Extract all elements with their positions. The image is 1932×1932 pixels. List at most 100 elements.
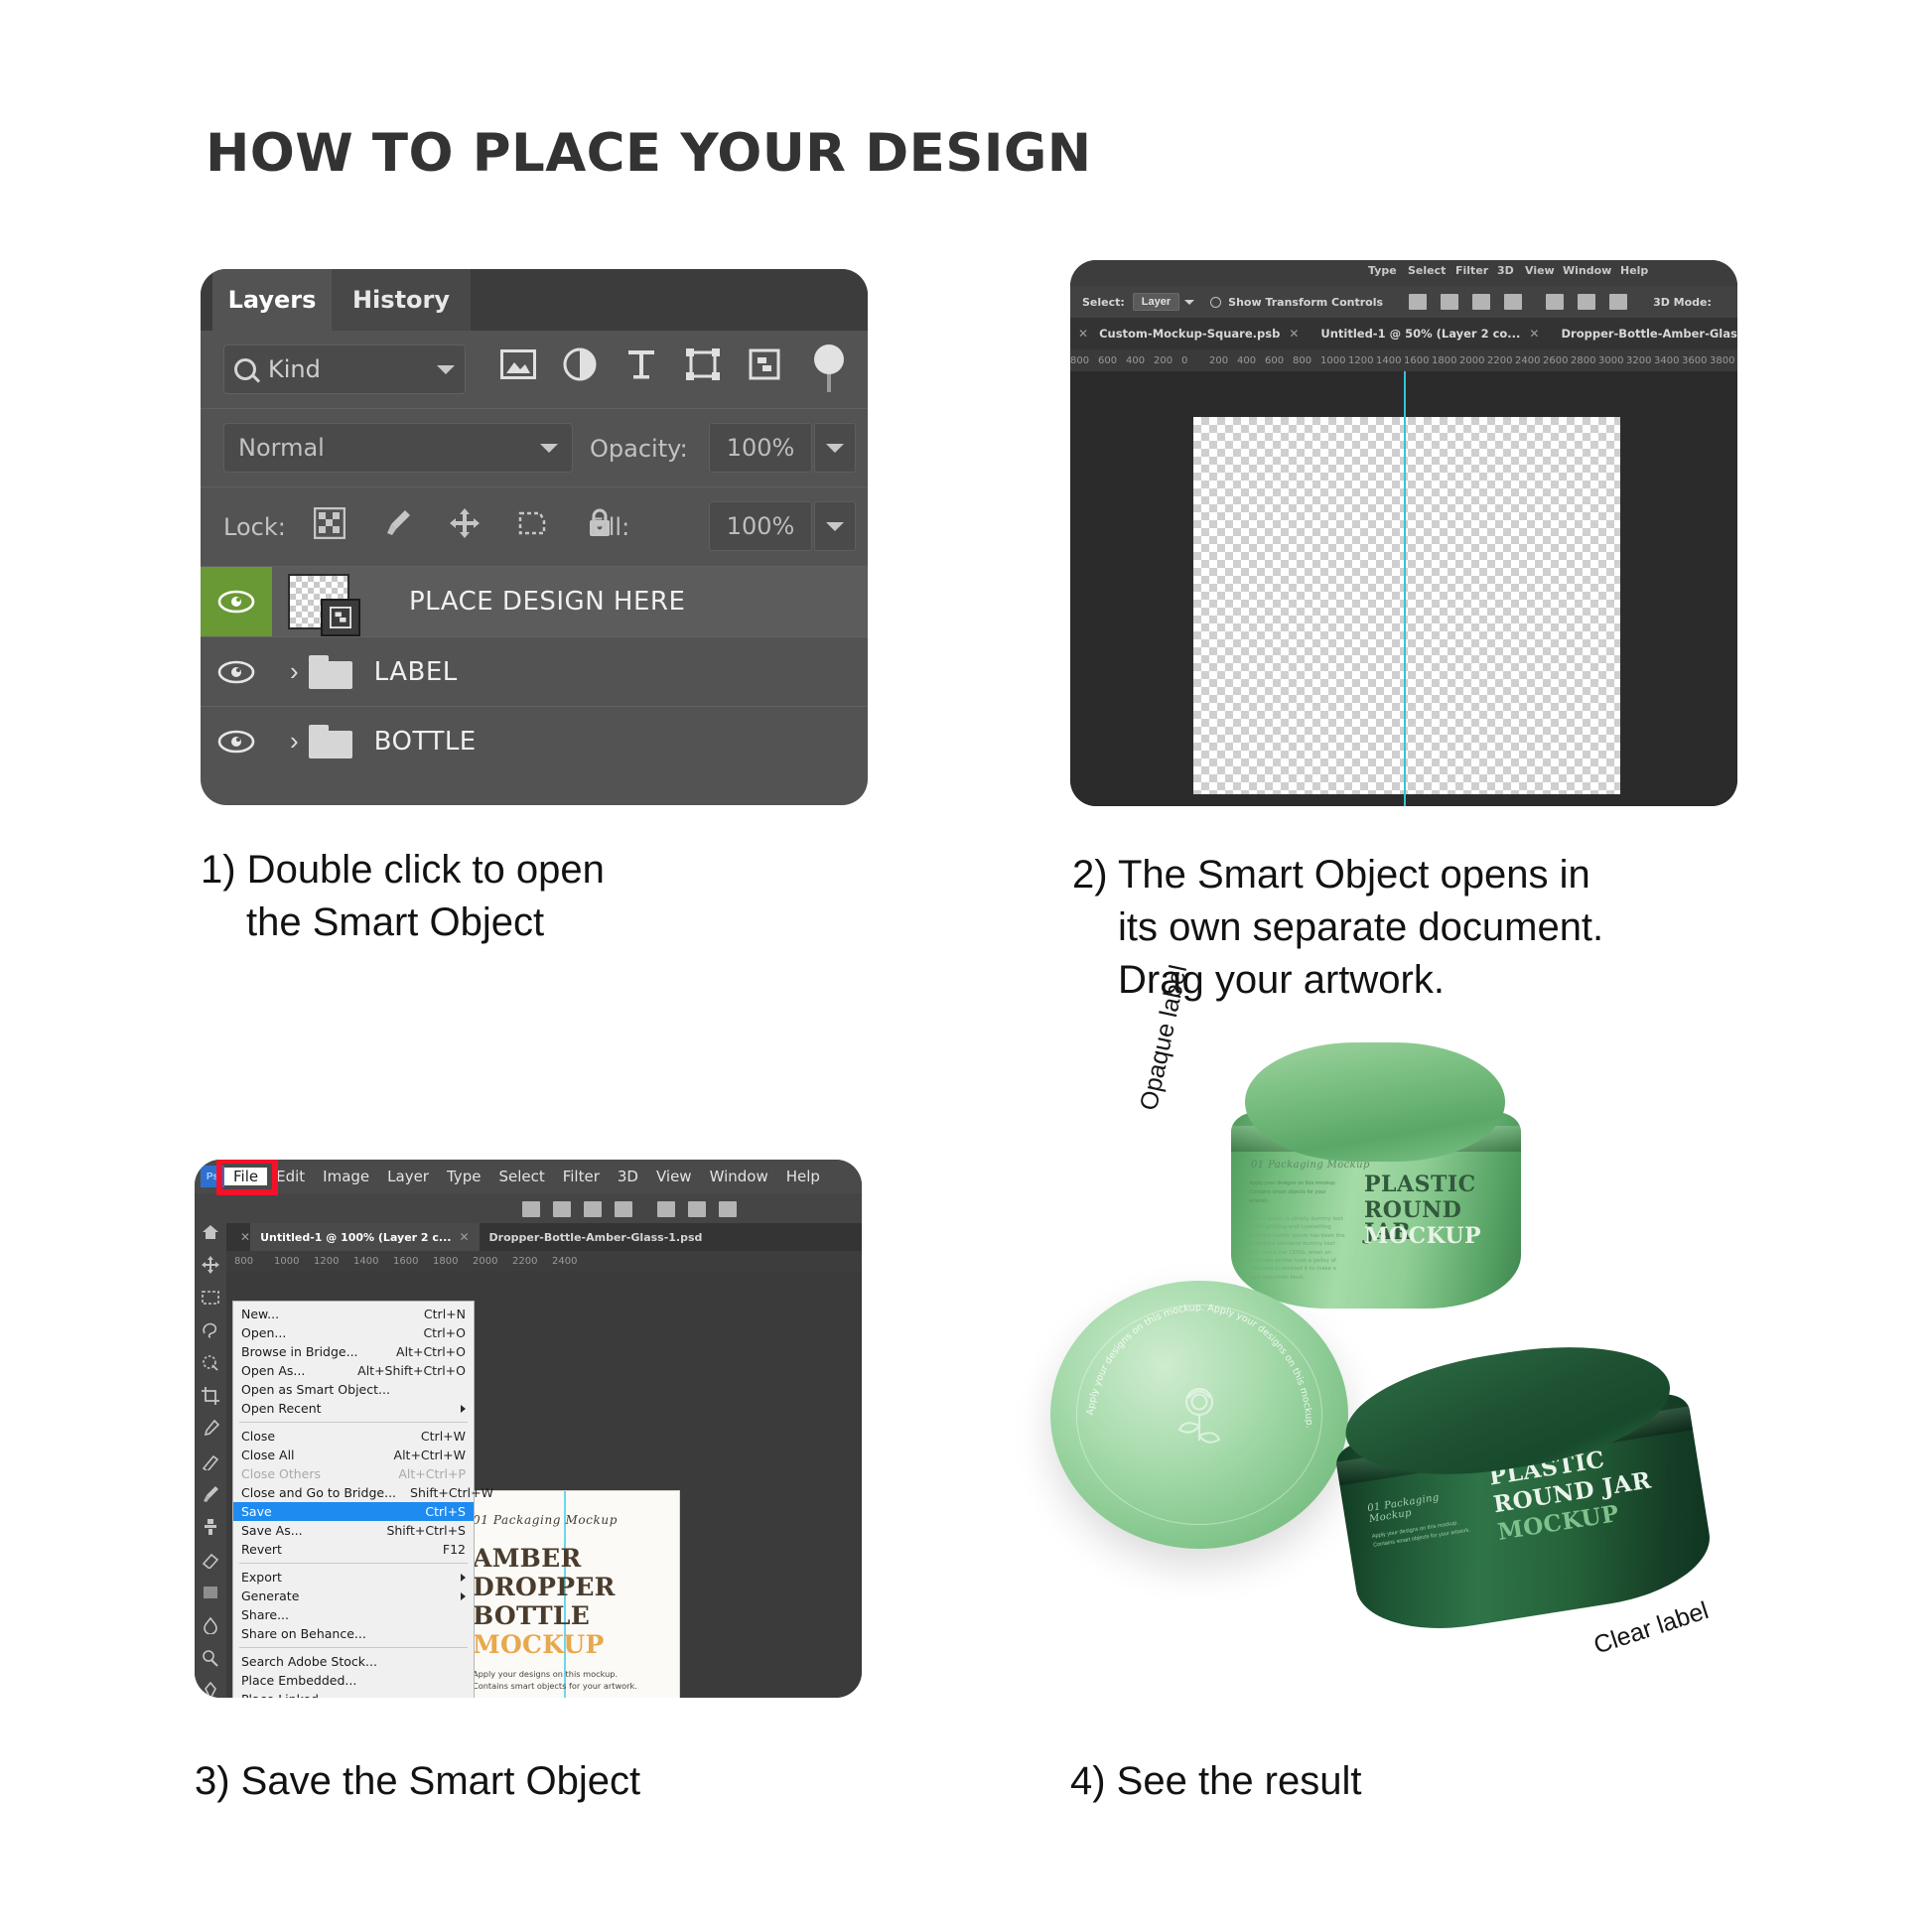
distribute-center-icon[interactable] [688,1201,706,1217]
menu-window[interactable]: Window [701,1168,777,1185]
align-right-icon[interactable] [1472,294,1491,310]
table-row[interactable]: › LABEL [201,636,868,706]
document-tab[interactable]: Dropper-Bottle-Amber-Glass-Plastic-Lid-1… [1550,318,1737,349]
lock-position-icon[interactable] [445,503,484,543]
document-canvas[interactable] [1070,371,1737,806]
distribute-center-icon[interactable] [1578,294,1596,310]
menu-type[interactable]: Type [1368,264,1397,277]
layer-filter-kind-select[interactable]: Kind [223,345,466,394]
document-tab-active[interactable]: Untitled-1 @ 100% (Layer 2 c... ✕ [250,1223,480,1251]
opacity-dropdown[interactable] [814,423,856,473]
brush-tool-icon[interactable] [202,1485,219,1503]
menu-item-close[interactable]: Close Ctrl+W [233,1427,474,1446]
lock-transparency-icon[interactable] [310,503,349,543]
image-filter-icon[interactable] [498,345,538,384]
show-transform-checkbox[interactable] [1210,296,1222,308]
align-left-icon[interactable] [522,1201,540,1217]
menu-view[interactable]: View [647,1168,701,1185]
menu-item-close-and-go-to-bridge[interactable]: Close and Go to Bridge... Shift+Ctrl+W [233,1483,493,1502]
menu-help[interactable]: Help [1620,264,1648,277]
menu-filter[interactable]: Filter [554,1168,609,1185]
file-dropdown-menu[interactable]: New... Ctrl+N Open... Ctrl+O Browse in Bridg… [232,1301,493,1698]
align-right-icon[interactable] [584,1201,602,1217]
filter-toggle-switch[interactable] [814,345,844,396]
menu-item-save-as[interactable]: Save As... Shift+Ctrl+S [233,1521,474,1540]
menu-item-share-on-behance[interactable]: Share on Behance... [233,1624,474,1643]
blur-tool-icon[interactable] [202,1616,219,1635]
layer-thumbnail[interactable] [288,574,360,636]
crop-tool-icon[interactable] [202,1387,219,1405]
auto-select-value[interactable]: Layer [1132,293,1180,311]
fill-dropdown[interactable] [814,501,856,551]
layer-visibility-toggle[interactable] [201,567,272,636]
menu-item-open[interactable]: Open... Ctrl+O [233,1323,474,1342]
align-top-icon[interactable] [615,1201,632,1217]
menu-3d[interactable]: 3D [1497,264,1514,277]
close-icon[interactable]: ✕ [1078,327,1088,341]
menu-3d[interactable]: 3D [609,1168,647,1185]
document-tab[interactable]: Custom-Mockup-Square.psb ✕ [1088,318,1310,349]
align-top-icon[interactable] [1504,294,1523,310]
align-left-icon[interactable] [1409,294,1428,310]
align-center-h-icon[interactable] [1441,294,1459,310]
menu-type[interactable]: Type [438,1168,489,1185]
table-row[interactable]: › BOTTLE [201,706,868,775]
menu-item-open-recent[interactable]: Open Recent [233,1399,474,1418]
gradient-tool-icon[interactable] [202,1584,219,1601]
document-canvas[interactable]: 01 Packaging Mockup AMBER DROPPER BOTTLE… [195,1271,862,1698]
menu-item-export[interactable]: Export [233,1568,474,1587]
chevron-right-icon[interactable]: › [290,656,299,687]
align-center-h-icon[interactable] [553,1201,571,1217]
close-icon[interactable]: ✕ [1289,327,1299,341]
marquee-tool-icon[interactable] [202,1289,219,1307]
menu-select[interactable]: Select [1408,264,1446,277]
shape-filter-icon[interactable] [683,345,723,384]
healing-brush-tool-icon[interactable] [202,1452,219,1473]
fill-input[interactable]: 100% [709,501,812,551]
distribute-left-icon[interactable] [657,1201,675,1217]
menu-image[interactable]: Image [314,1168,378,1185]
tab-layers[interactable]: Layers [212,269,332,331]
menu-item-open-as-smart-object[interactable]: Open as Smart Object... [233,1380,474,1399]
distribute-right-icon[interactable] [719,1201,737,1217]
lock-image-icon[interactable] [377,503,417,543]
clone-stamp-tool-icon[interactable] [202,1518,219,1536]
opacity-input[interactable]: 100% [709,423,812,473]
table-row[interactable]: PLACE DESIGN HERE [201,567,868,636]
lasso-tool-icon[interactable] [202,1321,219,1339]
menu-filter[interactable]: Filter [1455,264,1488,277]
menu-item-generate[interactable]: Generate [233,1587,474,1605]
menu-window[interactable]: Window [1563,264,1611,277]
chevron-right-icon[interactable]: › [290,726,299,757]
menu-item-save[interactable]: Save Ctrl+S [233,1502,474,1521]
menu-item-new[interactable]: New... Ctrl+N [233,1305,474,1323]
menu-item-search-adobe-stock[interactable]: Search Adobe Stock... [233,1652,474,1671]
menu-item-place-linked[interactable]: Place Linked... [233,1690,474,1698]
home-icon[interactable] [202,1223,219,1241]
document-tab[interactable]: Dropper-Bottle-Amber-Glass-1.psd [480,1223,713,1251]
layer-visibility-toggle[interactable] [201,707,272,776]
tab-history[interactable]: History [332,269,471,331]
move-tool-icon[interactable] [202,1256,219,1274]
menu-item-revert[interactable]: Revert F12 [233,1540,474,1559]
adjustment-filter-icon[interactable] [560,345,600,384]
transparent-artboard[interactable] [1193,417,1620,794]
close-icon[interactable]: ✕ [1529,327,1539,341]
lock-artboard-icon[interactable] [512,503,552,543]
distribute-right-icon[interactable] [1609,294,1628,310]
distribute-left-icon[interactable] [1546,294,1565,310]
menu-item-share[interactable]: Share... [233,1605,474,1624]
menu-layer[interactable]: Layer [378,1168,438,1185]
close-icon[interactable]: ✕ [240,1230,250,1244]
type-filter-icon[interactable] [621,345,661,384]
menu-view[interactable]: View [1525,264,1555,277]
eyedropper-tool-icon[interactable] [202,1419,220,1438]
menu-item-browse-in-bridge[interactable]: Browse in Bridge... Alt+Ctrl+O [233,1342,474,1361]
close-icon[interactable]: ✕ [459,1230,469,1244]
dodge-tool-icon[interactable] [202,1649,219,1667]
menu-item-close-all[interactable]: Close All Alt+Ctrl+W [233,1446,474,1464]
smart-object-filter-icon[interactable] [745,345,784,384]
document-preview[interactable]: 01 Packaging Mockup AMBER DROPPER BOTTLE… [449,1491,679,1698]
blend-mode-select[interactable]: Normal [223,423,573,473]
menu-item-open-as[interactable]: Open As... Alt+Shift+Ctrl+O [233,1361,474,1380]
